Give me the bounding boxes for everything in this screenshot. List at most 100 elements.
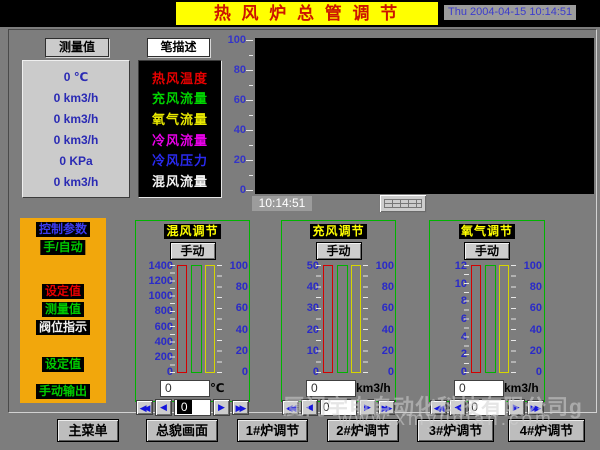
scale-label: 40	[236, 325, 248, 335]
scale-label: 20	[382, 346, 394, 356]
decrease-icon[interactable]: ◀	[155, 399, 172, 416]
measured-value: 0 km3/h	[23, 133, 129, 147]
row-label: 设定值	[42, 284, 84, 299]
left-scale: 121086420	[430, 261, 467, 377]
fast-decrease-icon[interactable]: ◀◀	[136, 400, 153, 415]
manual-output-stepper: ◀◀ ◀ 0 ▶ ▶▶	[430, 399, 544, 416]
bar-gauge: 50403020100 100806040200	[282, 265, 395, 373]
row-label: 测量值	[42, 302, 84, 317]
scale-label: 40	[530, 325, 542, 335]
left-scale: 50403020100	[282, 261, 319, 377]
scale-label: 0	[242, 367, 248, 377]
valve-position-bar	[351, 265, 361, 373]
control-group-oxygen: 氧气调节 手动 121086420 100806040200 0 km3/h ◀…	[429, 220, 545, 402]
right-scale-ticks	[217, 265, 222, 373]
setpoint-bar	[471, 265, 481, 373]
control-group-mixed-blast: 混风调节 手动 1400120010008006004002000 100 80 6…	[135, 220, 250, 402]
nav-furnace2-button[interactable]: 2#炉调节	[327, 419, 399, 442]
fast-increase-icon[interactable]: ▶▶	[232, 400, 249, 415]
trend-pager-icon[interactable]	[379, 194, 427, 213]
scale-label: 80	[236, 282, 248, 292]
increase-icon[interactable]: ▶	[213, 399, 230, 416]
measured-value-header: 测量值	[45, 38, 109, 57]
scale-label: 20	[530, 346, 542, 356]
scale-label: 100	[524, 261, 542, 271]
scale-label: 60	[382, 303, 394, 313]
datetime-label: Thu 2004-04-15 10:14:51	[444, 5, 576, 20]
row-label: 手动输出	[36, 384, 90, 399]
manual-output-input[interactable]: 0	[468, 399, 506, 416]
manual-output-stepper: ◀◀ ◀ 0 ▶ ▶▶	[282, 399, 395, 416]
y-tick-label: 100	[228, 35, 246, 45]
row-label: 阀位指示	[36, 320, 90, 335]
manual-output-input[interactable]: 0	[174, 399, 211, 416]
increase-icon[interactable]: ▶	[508, 399, 525, 416]
decrease-icon[interactable]: ◀	[449, 399, 466, 416]
fast-increase-icon[interactable]: ▶▶	[378, 400, 395, 415]
left-scale-ticks	[464, 265, 469, 373]
title-bar: 热 风 炉 总 管 调 节 Thu 2004-04-15 10:14:51	[0, 0, 600, 27]
pen-description-header: 笔描述	[147, 38, 210, 57]
group-title: 混风调节	[164, 224, 220, 239]
manual-auto-button[interactable]: 手动	[170, 242, 216, 260]
pen-label: 充风流量	[139, 88, 221, 107]
value-row: 0 km3/h	[430, 380, 544, 397]
pen-legend-list: 热风温度充风流量氧气流量冷风流量冷风压力混风流量	[138, 60, 222, 198]
group-title: 充风调节	[310, 224, 366, 239]
pen-label: 热风温度	[139, 68, 221, 87]
setpoint-value-field: 0	[454, 380, 504, 397]
nav-furnace1-button[interactable]: 1#炉调节	[237, 419, 308, 442]
scale-label: 100	[376, 261, 394, 271]
y-tick-label: 80	[234, 65, 246, 75]
pen-label: 氧气流量	[139, 109, 221, 128]
value-row: 0 km3/h	[282, 380, 395, 397]
right-scale-ticks	[363, 265, 368, 373]
measured-value: 0 ℃	[23, 70, 129, 84]
right-scale: 100806040200	[518, 261, 542, 377]
manual-auto-button[interactable]: 手动	[316, 242, 362, 260]
scale-label: 60	[236, 303, 248, 313]
row-label: 控制参数	[36, 222, 90, 237]
measured-bar	[485, 265, 496, 373]
fast-increase-icon[interactable]: ▶▶	[527, 400, 544, 415]
nav-furnace4-button[interactable]: 4#炉调节	[508, 419, 585, 442]
scale-label: 100	[230, 261, 248, 271]
nav-furnace3-button[interactable]: 3#炉调节	[417, 419, 494, 442]
nav-overview-button[interactable]: 总貌画面	[146, 419, 218, 442]
fast-decrease-icon[interactable]: ◀◀	[282, 400, 299, 415]
manual-auto-button[interactable]: 手动	[464, 242, 510, 260]
manual-output-value: 0	[177, 400, 192, 414]
right-scale: 100806040200	[370, 261, 394, 377]
nav-main-menu-button[interactable]: 主菜单	[57, 419, 119, 442]
pen-label: 冷风压力	[139, 150, 221, 169]
value-row: 0 ℃	[136, 380, 249, 397]
scale-label: 80	[382, 282, 394, 292]
row-label: 手/自动	[40, 240, 85, 255]
scale-label: 20	[236, 346, 248, 356]
trend-plot-area	[255, 38, 594, 194]
setpoint-value-field: 0	[306, 380, 356, 397]
measured-value: 0 km3/h	[23, 91, 129, 105]
y-tick-label: 60	[234, 95, 246, 105]
unit-label: km3/h	[356, 381, 391, 395]
increase-icon[interactable]: ▶	[359, 399, 376, 416]
control-row-labels-panel: 控制参数手/自动设定值测量值阀位指示设定值手动输出	[20, 218, 106, 403]
left-scale: 1400120010008006004002000	[136, 261, 173, 377]
right-scale-ticks	[511, 265, 516, 373]
row-label: 设定值	[42, 357, 84, 372]
fast-decrease-icon[interactable]: ◀◀	[430, 400, 447, 415]
measured-value: 0 km3/h	[23, 112, 129, 126]
unit-label: ℃	[210, 381, 225, 395]
pen-label: 混风流量	[139, 171, 221, 190]
grid-icon	[384, 199, 422, 208]
decrease-icon[interactable]: ◀	[301, 399, 318, 416]
page-title: 热 风 炉 总 管 调 节	[176, 2, 438, 25]
trend-y-axis-labels: 100806040200	[218, 35, 246, 195]
measured-value: 0 KPa	[23, 154, 129, 168]
manual-output-input[interactable]: 0	[320, 399, 357, 416]
trend-time-label: 10:14:51	[252, 196, 312, 211]
measured-value: 0 km3/h	[23, 175, 129, 189]
scale-label: 40	[382, 325, 394, 335]
y-tick-label: 40	[234, 125, 246, 135]
pen-label: 冷风流量	[139, 130, 221, 149]
